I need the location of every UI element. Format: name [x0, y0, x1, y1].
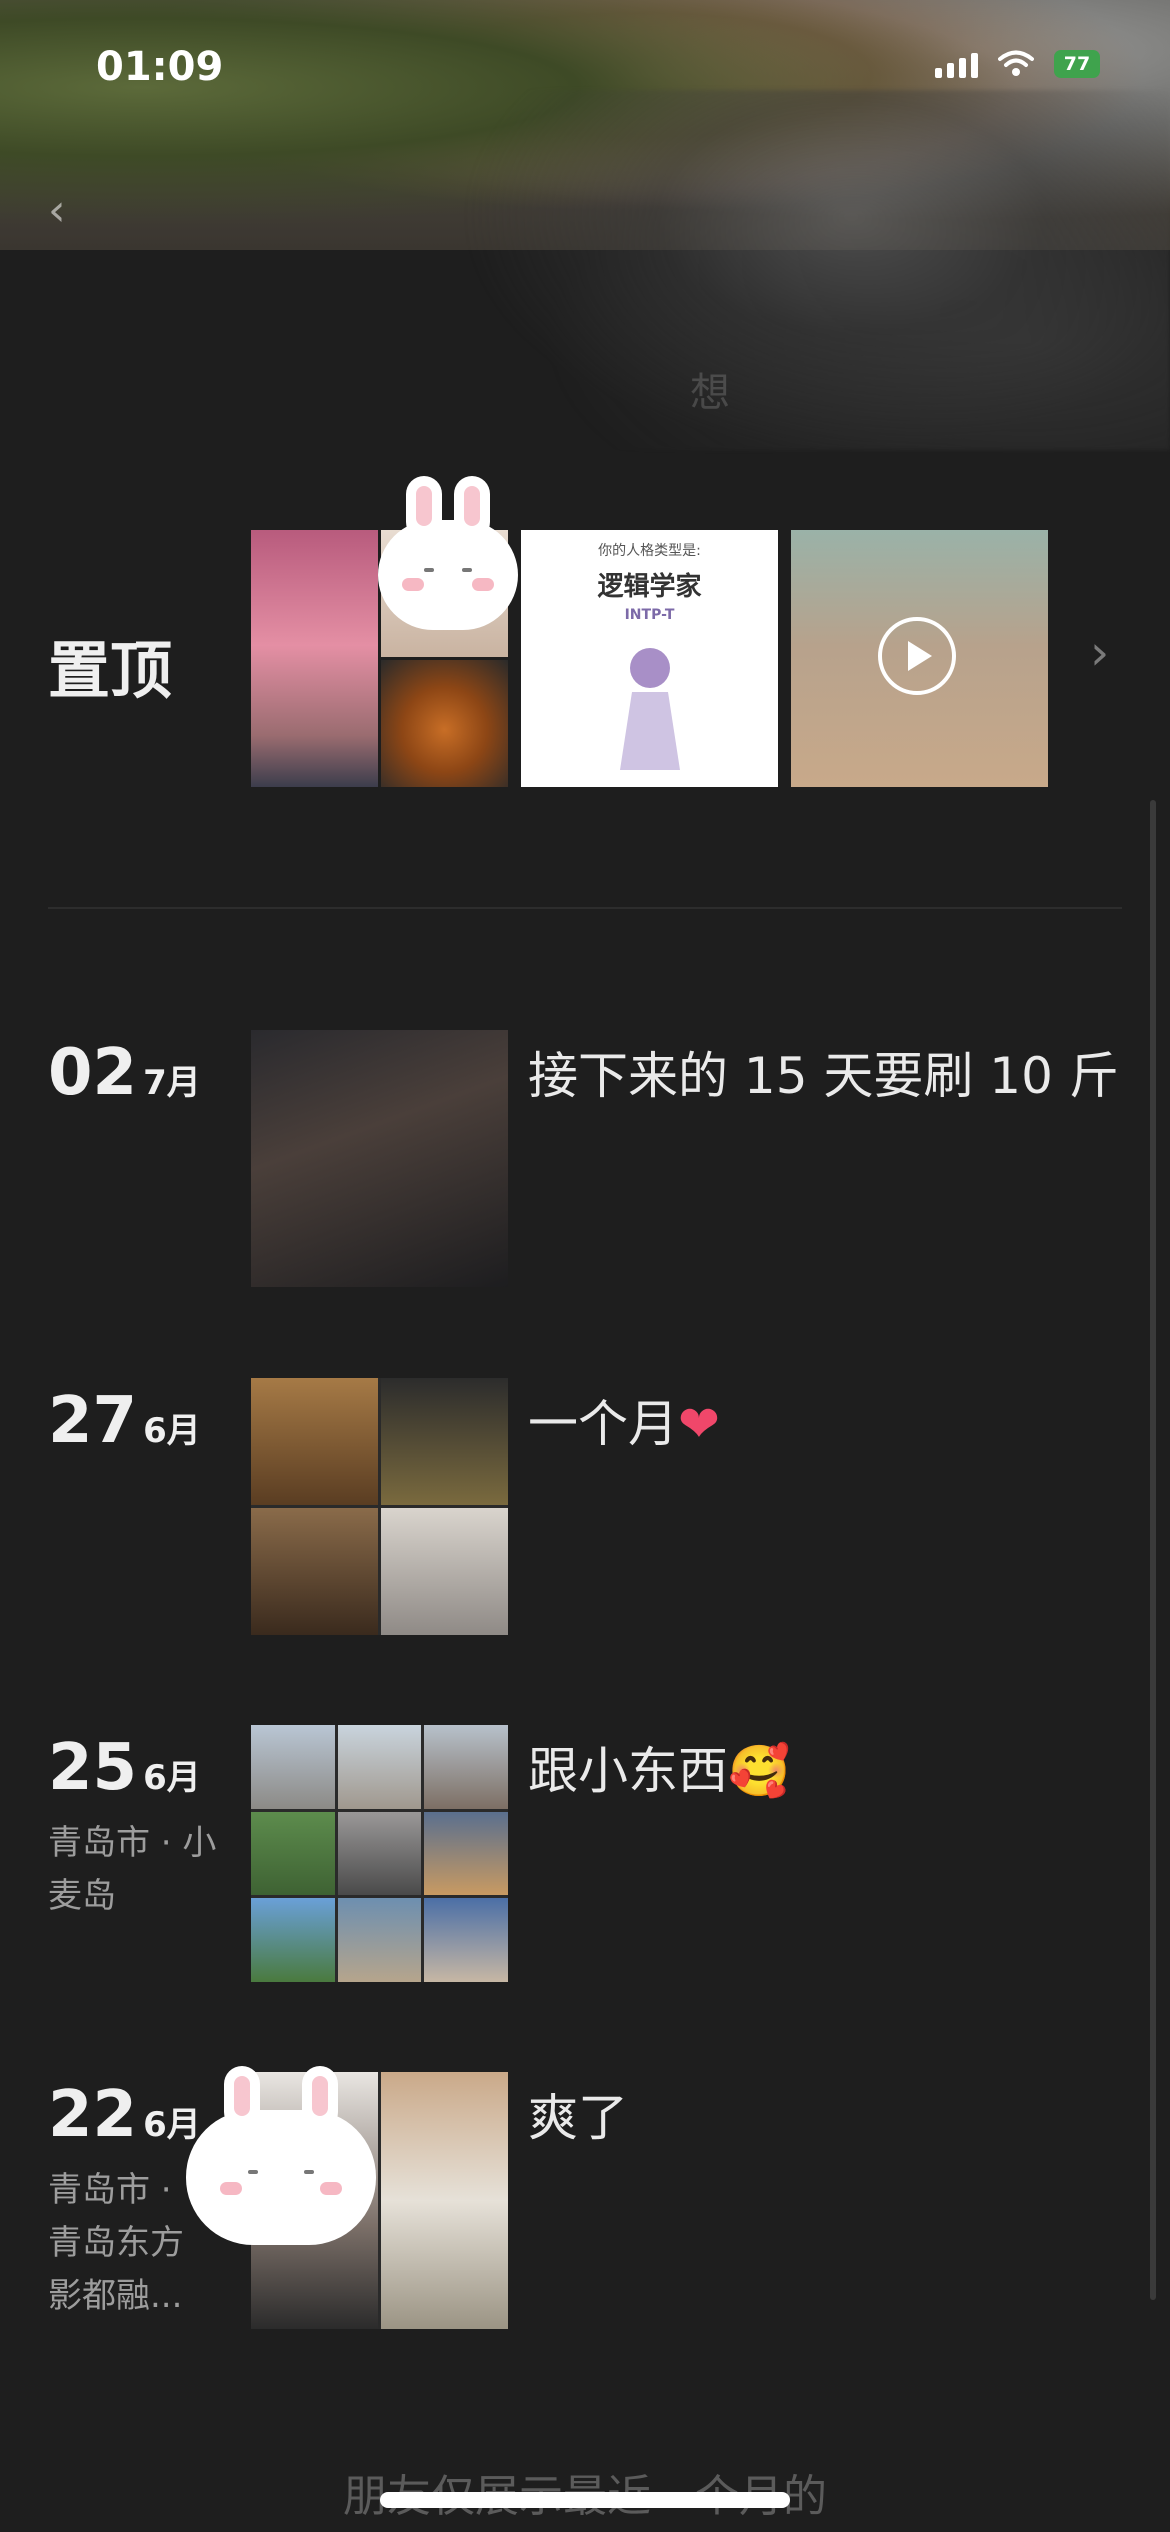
- post-thumbnail[interactable]: [251, 1030, 508, 1287]
- pinned-video[interactable]: [791, 530, 1048, 787]
- post-caption: 跟小东西🥰: [528, 1731, 790, 1803]
- post-thumbnail[interactable]: [251, 1378, 508, 1635]
- brush-text: 想: [690, 370, 730, 416]
- wifi-icon: [998, 50, 1034, 76]
- post-caption: 接下来的 15 天要刷 10 斤: [528, 1047, 1119, 1105]
- post-caption-text: 跟小东西: [528, 1742, 728, 1800]
- post-day: 25: [48, 1731, 138, 1805]
- battery-icon: 77: [1054, 50, 1100, 78]
- signal-icon: [935, 53, 978, 78]
- post-caption: 一个月❤: [528, 1384, 720, 1456]
- pinned-label: 置顶: [48, 634, 173, 707]
- post-day: 22: [48, 2078, 138, 2152]
- post-date: 25 6月: [48, 1731, 201, 1805]
- card-tag: INTP-T: [624, 607, 675, 623]
- brush-overlay: [460, 90, 1170, 450]
- post-date: 02 7月: [48, 1036, 201, 1110]
- section-divider: [48, 907, 1122, 909]
- post-month: 6月: [143, 2105, 201, 2145]
- post-location[interactable]: 青岛市 · 小麦岛: [48, 1817, 218, 1923]
- home-indicator[interactable]: [380, 2492, 790, 2508]
- pinned-personality-card[interactable]: 你的人格类型是: 逻辑学家 INTP-T: [521, 530, 778, 787]
- status-time: 01:09: [96, 44, 224, 90]
- play-icon[interactable]: [878, 617, 956, 695]
- post-month: 6月: [143, 1411, 201, 1451]
- post-thumbnail[interactable]: [251, 1725, 508, 1982]
- persona-illustration: [614, 648, 686, 773]
- rabbit-sticker-icon: [378, 476, 518, 630]
- status-icons: 77: [935, 50, 1100, 78]
- heart-emoji-icon: ❤: [678, 1395, 720, 1453]
- scrollbar[interactable]: [1150, 800, 1156, 2300]
- post-location[interactable]: 青岛市 · 青岛东方影都融...: [48, 2164, 208, 2323]
- post-caption: 爽了: [528, 2089, 628, 2147]
- smiling-hearts-emoji-icon: 🥰: [728, 1742, 791, 1800]
- card-big-title: 逻辑学家: [597, 572, 702, 602]
- post-date: 27 6月: [48, 1384, 201, 1458]
- post-day: 02: [48, 1036, 138, 1110]
- post-day: 27: [48, 1384, 138, 1458]
- post-caption-text: 一个月: [528, 1395, 678, 1453]
- post-month: 6月: [143, 1758, 201, 1798]
- rabbit-sticker-icon: [186, 2066, 376, 2245]
- card-small-title: 你的人格类型是:: [598, 543, 701, 559]
- back-chevron-icon[interactable]: ‹: [48, 185, 66, 236]
- post-date: 22 6月: [48, 2078, 201, 2152]
- chevron-right-icon[interactable]: ›: [1090, 625, 1109, 681]
- post-month: 7月: [143, 1063, 201, 1103]
